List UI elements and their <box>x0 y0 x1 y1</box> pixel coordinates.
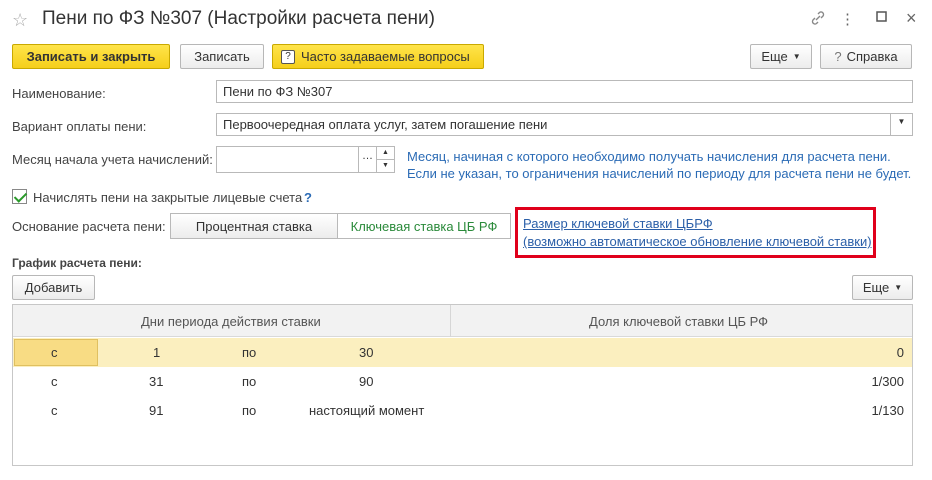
closed-accounts-checkbox[interactable] <box>12 189 27 204</box>
payment-variant-label: Вариант оплаты пени: <box>12 119 147 134</box>
month-help-line-1: Месяц, начиная с которого необходимо пол… <box>407 149 891 164</box>
key-rate-update-link[interactable]: (возможно автоматическое обновление ключ… <box>523 234 872 249</box>
row-from-word: с <box>51 403 58 418</box>
link-icon[interactable] <box>810 10 826 30</box>
closed-accounts-label: Начислять пени на закрытые лицевые счета <box>33 190 303 205</box>
row-to: 90 <box>359 374 374 389</box>
more-vertical-icon[interactable]: ⋮ <box>840 10 855 28</box>
add-button[interactable]: Добавить <box>12 275 95 300</box>
basis-option-percent[interactable]: Процентная ставка <box>170 213 338 239</box>
stepper-down-icon[interactable]: ▼ <box>376 159 395 173</box>
table-row[interactable]: с 31 по 90 1/300 <box>13 367 912 396</box>
more-label: Еще <box>761 49 788 64</box>
row-to-word: по <box>242 374 257 389</box>
row-share: 1/130 <box>871 403 904 418</box>
help-label: Справка <box>846 49 898 64</box>
title-bar: ☆ Пени по ФЗ №307 (Настройки расчета пен… <box>0 0 932 40</box>
month-label: Месяц начала учета начислений: <box>12 152 213 167</box>
key-rate-link[interactable]: Размер ключевой ставки ЦБРФ <box>523 216 713 231</box>
name-field[interactable]: Пени по ФЗ №307 <box>216 80 913 103</box>
row-from: 1 <box>153 345 161 360</box>
dropdown-arrow-icon[interactable]: ▼ <box>890 113 913 136</box>
month-help-line-2: Если не указан, то ограничения начислени… <box>407 166 912 181</box>
row-to: настоящий момент <box>309 403 425 418</box>
faq-label: Часто задаваемые вопросы <box>301 49 470 64</box>
column-header-share[interactable]: Доля ключевой ставки ЦБ РФ <box>589 314 768 329</box>
row-from-word: с <box>51 374 58 389</box>
select-ellipsis-button[interactable]: … <box>358 146 377 173</box>
row-share: 0 <box>896 345 904 360</box>
row-to: 30 <box>359 345 374 360</box>
chevron-down-icon: ▼ <box>792 52 801 61</box>
help-icon: ? <box>834 49 842 64</box>
row-from: 31 <box>149 374 164 389</box>
row-to-word: по <box>242 403 257 418</box>
table-header: Дни периода действия ставки Доля ключево… <box>13 305 912 337</box>
row-from-word: с <box>51 345 58 360</box>
question-mark-icon[interactable]: ? <box>304 190 312 205</box>
stepper-up-icon[interactable]: ▲ <box>376 146 395 160</box>
save-and-close-button[interactable]: Записать и закрыть <box>12 44 170 69</box>
schedule-title: График расчета пени: <box>12 256 142 270</box>
row-share: 1/300 <box>871 374 904 389</box>
more-button[interactable]: Еще ▼ <box>750 44 812 69</box>
schedule-more-button[interactable]: Еще ▼ <box>852 275 913 300</box>
save-button[interactable]: Записать <box>180 44 264 69</box>
basis-label: Основание расчета пени: <box>12 219 166 234</box>
column-divider <box>450 305 451 337</box>
close-icon[interactable]: × <box>906 8 917 29</box>
payment-variant-field[interactable]: Первоочередная оплата услуг, затем погаш… <box>216 113 891 136</box>
faq-button[interactable]: ? Часто задаваемые вопросы <box>272 44 484 69</box>
row-to-word: по <box>242 345 257 360</box>
maximize-icon[interactable] <box>876 10 888 27</box>
key-rate-highlight-box <box>515 207 876 258</box>
window-title: Пени по ФЗ №307 (Настройки расчета пени) <box>42 8 435 29</box>
row-from: 91 <box>149 403 164 418</box>
basis-option-key-rate[interactable]: Ключевая ставка ЦБ РФ <box>337 213 511 239</box>
name-label: Наименование: <box>12 86 106 101</box>
table-row[interactable]: с 1 по 30 0 <box>13 338 912 367</box>
month-field[interactable] <box>216 146 359 173</box>
chevron-down-icon: ▼ <box>894 283 903 292</box>
help-button[interactable]: ? Справка <box>820 44 912 69</box>
schedule-more-label: Еще <box>862 280 890 295</box>
month-help-text: Месяц, начиная с которого необходимо пол… <box>407 148 911 182</box>
table-row[interactable]: с 91 по настоящий момент 1/130 <box>13 396 912 425</box>
question-icon: ? <box>281 49 295 64</box>
favorite-star-icon[interactable]: ☆ <box>12 10 28 31</box>
column-header-days[interactable]: Дни периода действия ставки <box>141 314 321 329</box>
schedule-table: Дни периода действия ставки Доля ключево… <box>12 304 913 466</box>
